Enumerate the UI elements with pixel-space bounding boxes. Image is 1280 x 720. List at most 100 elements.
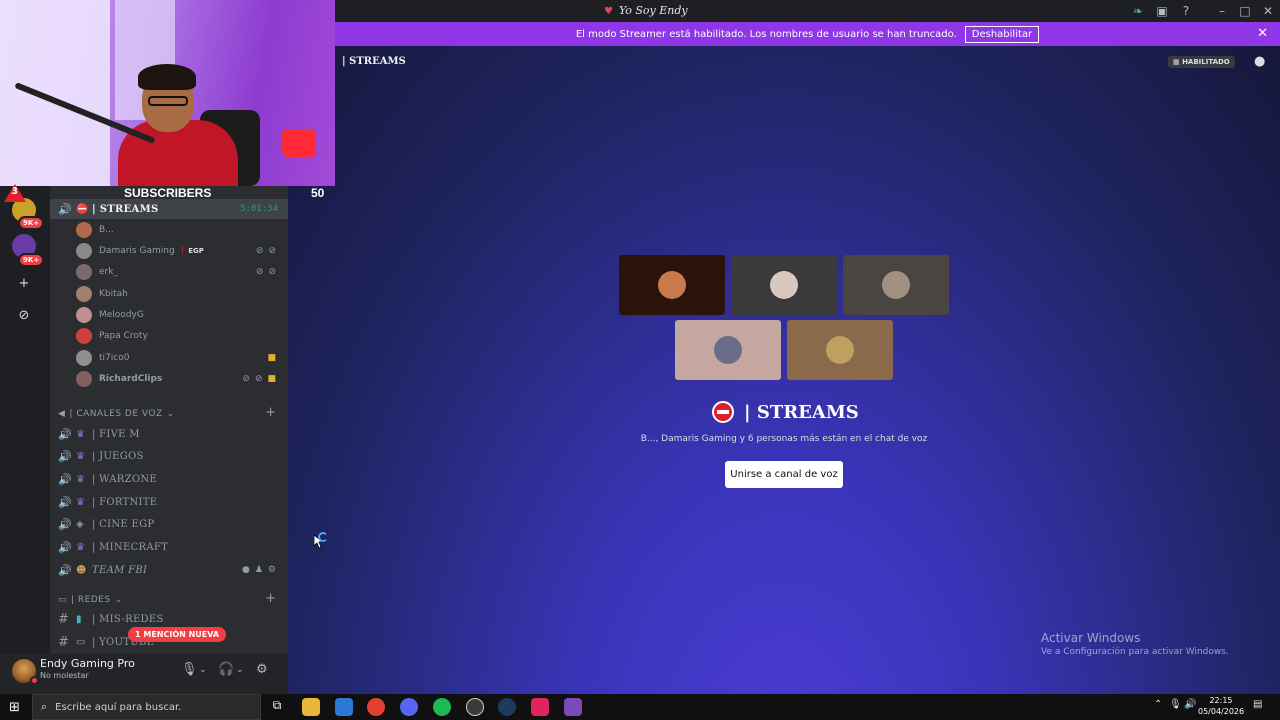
search-icon: ⌕ [41, 700, 48, 713]
disable-button[interactable]: Deshabilitar [964, 25, 1040, 43]
channel-label: | JUEGOS [92, 450, 144, 462]
tiktok-icon[interactable] [531, 698, 549, 716]
chat-icon[interactable]: ● [1254, 54, 1265, 69]
participant-tile[interactable] [619, 255, 725, 315]
speaker-icon: 🔊 [58, 472, 72, 486]
enabled-badge[interactable]: ▦ HABILITADO [1168, 56, 1235, 68]
new-mention-badge[interactable]: 1 MENCIÓN NUEVA [128, 627, 227, 642]
channel-label: | CINE EGP [92, 518, 155, 530]
voice-channel[interactable]: 🔊 ♛ | FIVE M [50, 424, 288, 444]
channel-label: | FIVE M [92, 428, 140, 440]
close-banner-icon[interactable]: ✕ [1257, 26, 1268, 41]
member-status-icons: ⊘ ⊘ [256, 246, 276, 256]
add-channel-icon[interactable]: + [265, 591, 276, 606]
add-channel-icon[interactable]: + [265, 405, 276, 420]
participant-tile[interactable] [787, 320, 893, 380]
app-icon[interactable] [564, 698, 582, 716]
speaker-icon: 🔊 [58, 540, 72, 554]
discover-icon[interactable]: ⊘ [12, 303, 36, 327]
microphone-icon[interactable]: 🎙 [1169, 699, 1182, 710]
chevron-up-icon[interactable]: ⌃ [1154, 699, 1162, 710]
voice-member[interactable]: RichardClips [76, 369, 162, 389]
leaf-icon[interactable]: ❧ [1130, 3, 1146, 19]
voice-member[interactable]: erk_ [76, 262, 118, 282]
voice-subtitle: B..., Damaris Gaming y 6 personas más es… [640, 434, 928, 444]
task-view-icon[interactable]: ⧉ [268, 698, 286, 716]
voice-member[interactable]: Kbitah [76, 284, 128, 304]
chevron-down-icon[interactable]: ⌄ [199, 665, 207, 675]
gear-icon[interactable]: ⚙ [256, 662, 268, 677]
windows-activation-notice: Activar Windows Ve a Configuración para … [1041, 631, 1229, 657]
chevron-down-icon[interactable]: ⌄ [236, 665, 244, 675]
member-name: Kbitah [99, 289, 128, 299]
participant-tile[interactable] [675, 320, 781, 380]
windows-start-icon[interactable]: ⊞ [9, 700, 20, 715]
category-label: | CANALES DE VOZ [69, 409, 163, 419]
active-voice-channel[interactable]: 🔊 ⛔ | STREAMS 5:01:34 [50, 199, 288, 219]
voice-channel[interactable]: 🔊 ♛ | MINECRAFT [50, 537, 288, 557]
voice-member[interactable]: ti7ico0 [76, 348, 129, 368]
voice-member[interactable]: Damaris Gaming! EGP [76, 241, 204, 261]
activity-icon: ■ [267, 374, 276, 384]
taskbar-search[interactable]: ⌕ Escribe aquí para buscar. [32, 694, 261, 720]
channel-label: | MINECRAFT [92, 541, 169, 553]
member-tag: EGP [188, 247, 204, 255]
username: Endy Gaming Pro [40, 657, 135, 670]
chat-icon[interactable]: ● [242, 565, 250, 575]
app-title: ♥ Yo Soy Endy [604, 4, 688, 17]
channel-emoji-icon: ▮ [76, 613, 82, 625]
voice-channel[interactable]: 🔊 ♛ | JUEGOS [50, 446, 288, 466]
voice-timer: 5:01:34 [240, 204, 278, 214]
headphones-icon[interactable]: 🎧 [218, 662, 234, 677]
maximize-icon[interactable]: □ [1237, 3, 1253, 19]
redes-category[interactable]: ▭ | REDES ⌄ [58, 595, 123, 605]
hash-icon: # [58, 634, 69, 650]
subscribers-label: SUBSCRIBERS [124, 186, 212, 200]
gear-icon[interactable]: ⚙ [268, 565, 276, 575]
speaker-icon: 🔊 [58, 202, 72, 216]
avatar [76, 328, 92, 344]
participant-tile[interactable] [843, 255, 949, 315]
voice-channel[interactable]: 🔊 ♛ | FORTNITE [50, 492, 288, 512]
voice-member[interactable]: MeloodyG [76, 305, 144, 325]
voice-member[interactable]: B... [76, 220, 114, 240]
activity-icon: ■ [267, 353, 276, 363]
taskbar-clock[interactable]: 22:15 05/04/2026 [1198, 695, 1244, 717]
speaker-icon: 🔊 [58, 495, 72, 509]
member-status-icons: ⊘ ⊘ ■ [242, 374, 276, 384]
clock-date: 05/04/2026 [1198, 707, 1245, 716]
close-window-icon[interactable]: ✕ [1260, 3, 1276, 19]
discord-icon[interactable] [400, 698, 418, 716]
participant-tile[interactable] [731, 255, 837, 315]
notifications-icon[interactable]: ▤ [1253, 699, 1262, 710]
voice-member[interactable]: Papa Croty [76, 326, 148, 346]
invite-icon[interactable]: ♟ [255, 565, 263, 575]
subscribers-bar: SUBSCRIBERS 50 [0, 186, 335, 202]
spotify-icon[interactable] [433, 698, 451, 716]
avatar [76, 222, 92, 238]
monitor-icon: ▭ [58, 595, 68, 605]
screen-share-icon[interactable]: ▣ [1154, 3, 1170, 19]
member-name: erk_ [99, 267, 118, 277]
channel-label: | STREAMS [92, 203, 159, 215]
voice-channel[interactable]: 🔊 ◈ | CINE EGP [50, 514, 288, 534]
voice-channel[interactable]: 🔊 ♛ | WARZONE [50, 469, 288, 489]
avatar [76, 286, 92, 302]
voice-category[interactable]: ◀ | CANALES DE VOZ ⌄ [58, 409, 175, 419]
obs-icon[interactable] [466, 698, 484, 716]
chrome-icon[interactable] [367, 698, 385, 716]
avatar [76, 243, 92, 259]
minimize-icon[interactable]: – [1214, 3, 1230, 19]
steam-icon[interactable] [498, 698, 516, 716]
app-title-text: Yo Soy Endy [618, 4, 688, 17]
help-icon[interactable]: ? [1178, 3, 1194, 19]
category-label: | REDES [71, 595, 111, 605]
volume-icon[interactable]: 🔊 [1184, 699, 1196, 710]
server-rail: 9K+ 9K+ + ⊘ [0, 180, 50, 654]
join-voice-button[interactable]: Unirse a canal de voz [725, 461, 843, 488]
file-explorer-icon[interactable] [302, 698, 320, 716]
add-server-icon[interactable]: + [12, 271, 36, 295]
store-icon[interactable] [335, 698, 353, 716]
microphone-icon[interactable]: 🎙 [181, 662, 198, 677]
text-channel[interactable]: # ▮ | MIS-REDES [50, 609, 288, 629]
